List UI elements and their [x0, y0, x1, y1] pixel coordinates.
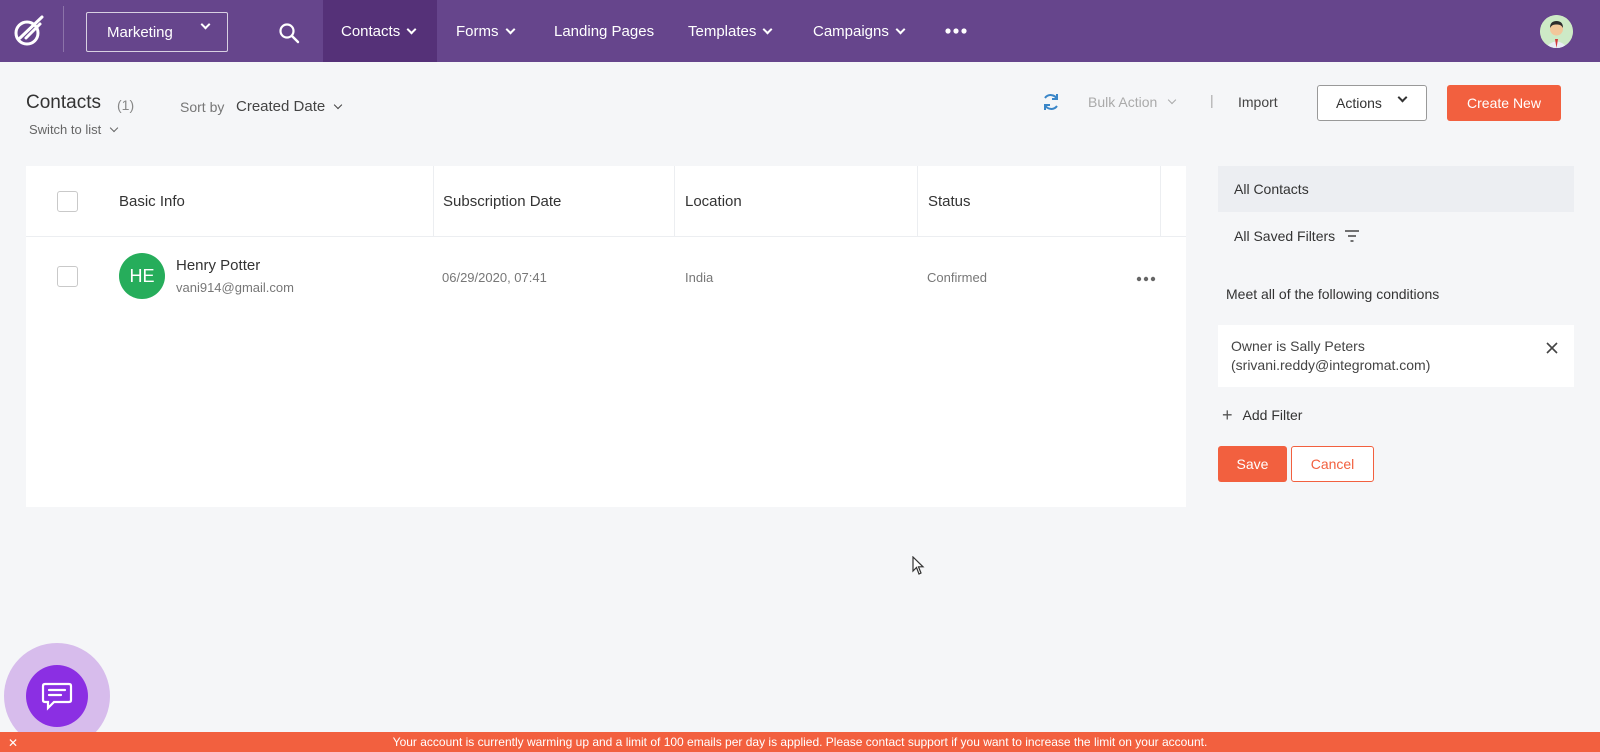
page-title: Contacts [26, 92, 101, 113]
create-new-button[interactable]: Create New [1447, 85, 1561, 121]
bulk-action-label: Bulk Action [1088, 94, 1158, 110]
column-divider [1160, 166, 1161, 236]
conditions-label: Meet all of the following conditions [1226, 286, 1440, 302]
import-link[interactable]: Import [1238, 94, 1278, 110]
user-avatar[interactable] [1540, 15, 1573, 48]
header-separator: | [1210, 92, 1214, 108]
condition-text-line1: Owner is Sally Peters [1231, 338, 1365, 354]
contact-subscription-date: 06/29/2020, 07:41 [442, 270, 547, 285]
banner-close-icon[interactable]: ✕ [8, 736, 18, 750]
sort-dropdown[interactable]: Created Date [236, 98, 343, 115]
sort-label: Sort by [180, 99, 225, 115]
nav-templates[interactable]: Templates [688, 0, 773, 62]
cancel-button[interactable]: Cancel [1291, 446, 1374, 482]
chevron-down-icon [200, 19, 211, 30]
mouse-cursor-icon [912, 556, 925, 575]
contact-avatar: HE [119, 253, 165, 299]
contact-location: India [685, 270, 714, 285]
nav-campaigns-label: Campaigns [813, 22, 889, 40]
nav-campaigns[interactable]: Campaigns [813, 0, 906, 62]
chat-icon [41, 682, 73, 711]
actions-dropdown-button[interactable]: Actions [1317, 85, 1427, 121]
nav-landing-pages-label: Landing Pages [554, 22, 655, 40]
close-icon[interactable] [1546, 342, 1558, 354]
save-button[interactable]: Save [1218, 446, 1287, 482]
column-divider [674, 166, 675, 236]
contact-email: vani914@gmail.com [176, 280, 294, 295]
workspace-selector[interactable]: Marketing [86, 12, 228, 52]
bulk-action-dropdown[interactable]: Bulk Action [1088, 94, 1177, 110]
search-icon[interactable] [278, 22, 300, 44]
nav-contacts[interactable]: Contacts [323, 0, 437, 62]
sort-value: Created Date [236, 98, 326, 115]
actions-label: Actions [1336, 95, 1382, 111]
nav-divider [63, 6, 64, 52]
chevron-down-icon [406, 24, 417, 34]
chevron-down-icon [895, 24, 906, 34]
select-all-checkbox[interactable] [57, 191, 78, 212]
column-divider [433, 166, 434, 236]
switch-to-list-dropdown[interactable]: Switch to list [29, 122, 119, 137]
chevron-down-icon [505, 24, 515, 34]
row-more-icon[interactable] [1136, 276, 1156, 282]
refresh-icon[interactable] [1041, 92, 1061, 112]
column-header-basic-info[interactable]: Basic Info [119, 166, 185, 236]
workspace-label: Marketing [107, 23, 173, 41]
column-header-status[interactable]: Status [928, 166, 971, 236]
plus-icon: + [1222, 405, 1233, 425]
switch-to-list-label: Switch to list [29, 122, 102, 137]
filter-condition[interactable]: Owner is Sally Peters (srivani.reddy@int… [1218, 325, 1574, 387]
saved-filters-label: All Saved Filters [1234, 228, 1336, 244]
nav-contacts-label: Contacts [341, 22, 401, 40]
chevron-down-icon [1168, 95, 1177, 105]
nav-templates-label: Templates [688, 22, 757, 40]
chevron-down-icon [333, 100, 343, 109]
condition-text-line2: (srivani.reddy@integromat.com) [1231, 357, 1431, 373]
app-logo-icon[interactable] [12, 14, 46, 48]
warmup-banner: ✕ Your account is currently warming up a… [0, 732, 1600, 752]
row-checkbox[interactable] [57, 266, 78, 287]
chat-button[interactable] [26, 665, 88, 727]
banner-text: Your account is currently warming up and… [392, 735, 1208, 749]
contact-status: Confirmed [927, 270, 987, 285]
more-icon[interactable] [945, 24, 967, 38]
add-filter-button[interactable]: + Add Filter [1222, 405, 1303, 425]
add-filter-label: Add Filter [1242, 407, 1303, 423]
nav-landing-pages[interactable]: Landing Pages [554, 0, 654, 62]
contact-count: (1) [117, 97, 135, 113]
chevron-down-icon [1397, 92, 1408, 103]
chevron-down-icon [110, 123, 119, 132]
header-divider [26, 236, 1186, 237]
column-header-subscription-date[interactable]: Subscription Date [443, 166, 561, 236]
all-contacts-item[interactable]: All Contacts [1218, 166, 1574, 212]
contact-name[interactable]: Henry Potter [176, 257, 260, 274]
all-saved-filters[interactable]: All Saved Filters [1234, 228, 1360, 244]
contacts-table: Basic Info Subscription Date Location St… [26, 166, 1186, 507]
filter-icon [1345, 230, 1360, 242]
column-header-location[interactable]: Location [685, 166, 742, 236]
column-divider [917, 166, 918, 236]
nav-forms[interactable]: Forms [456, 0, 515, 62]
nav-forms-label: Forms [456, 22, 499, 40]
chevron-down-icon [762, 24, 773, 34]
user-avatar-icon [1540, 15, 1573, 48]
top-nav: Marketing Contacts Forms Landing Pages T… [0, 0, 1600, 62]
